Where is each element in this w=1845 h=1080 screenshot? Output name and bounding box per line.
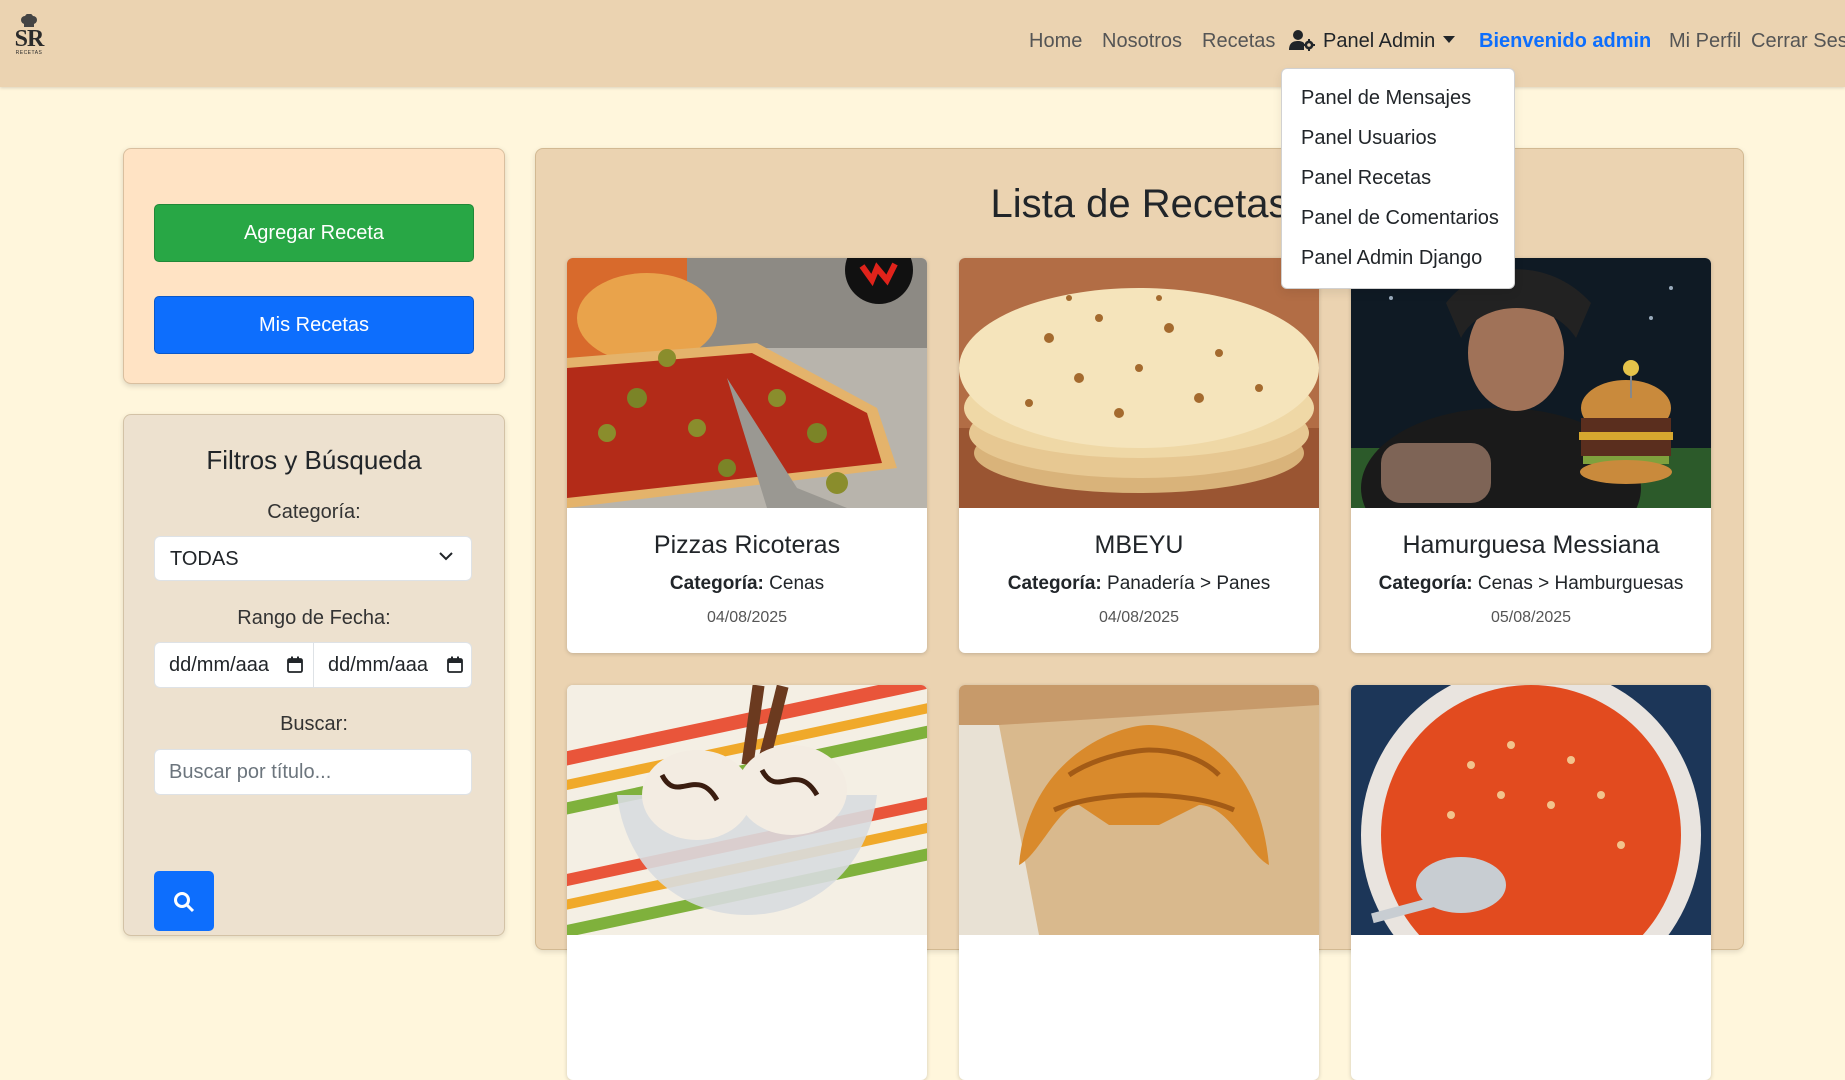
alphabet-soup-photo — [1351, 685, 1711, 935]
recipe-category-value: Panadería > Panes — [1107, 573, 1271, 594]
calendar-icon[interactable] — [287, 656, 303, 673]
recipe-card[interactable] — [959, 685, 1319, 1080]
welcome-text: Bienvenido admin — [1479, 30, 1652, 52]
recipe-title: Pizzas Ricoteras — [653, 531, 841, 559]
recipes-list-title: Lista de Recetas — [990, 182, 1289, 226]
recipe-date: 05/08/2025 — [1490, 609, 1572, 626]
date-range-label: Rango de Fecha: — [237, 607, 391, 629]
search-input[interactable] — [154, 749, 472, 795]
date-from-input[interactable]: dd/mm/aaa — [155, 643, 314, 687]
ice-cream-photo — [567, 685, 927, 935]
burger-photo — [1351, 258, 1711, 508]
recipe-date: 04/08/2025 — [706, 609, 788, 626]
logo-text: SR — [14, 26, 45, 52]
recipe-category-value: Cenas — [769, 573, 825, 594]
nav-nosotros[interactable]: Nosotros — [1102, 29, 1182, 53]
add-recipe-button[interactable]: Agregar Receta — [154, 204, 474, 262]
my-recipes-button[interactable]: Mis Recetas — [154, 296, 474, 354]
recipe-card[interactable] — [1351, 685, 1711, 1080]
navbar: SR RECETAS Home Nosotros Recetas Panel A… — [0, 0, 1845, 87]
date-to-placeholder: dd/mm/aaa — [328, 654, 429, 676]
recipe-title: MBEYU — [1094, 531, 1184, 559]
site-logo[interactable]: SR RECETAS — [9, 14, 49, 60]
recipe-category: Categoría: Panadería > Panes — [959, 573, 1319, 595]
filters-card: Filtros y Búsqueda Categoría: TODAS Rang… — [123, 414, 505, 936]
recipe-card[interactable] — [567, 685, 927, 1080]
recipe-category: Categoría: Cenas > Hamburguesas — [1351, 573, 1711, 595]
dropdown-item-panel-comentarios[interactable]: Panel de Comentarios — [1301, 207, 1499, 230]
nav-panel-admin-toggle[interactable]: Panel Admin — [1289, 29, 1456, 53]
search-button[interactable] — [154, 871, 214, 931]
logo-subtext: RECETAS — [15, 50, 43, 56]
recipe-card[interactable]: Pizzas Ricoteras Categoría: Cenas 04/08/… — [567, 258, 927, 653]
date-from-placeholder: dd/mm/aaa — [169, 654, 270, 676]
filters-title: Filtros y Búsqueda — [206, 445, 422, 475]
recipe-category: Categoría: Cenas — [567, 573, 927, 595]
recipe-category-label: Categoría: — [669, 573, 764, 594]
search-icon — [174, 892, 195, 913]
dropdown-item-panel-usuarios[interactable]: Panel Usuarios — [1301, 127, 1437, 150]
pizza-photo — [567, 258, 927, 508]
category-select-value: TODAS — [170, 548, 239, 570]
admin-dropdown-menu: Panel de Mensajes Panel Usuarios Panel R… — [1281, 68, 1515, 289]
recipe-category-label: Categoría: — [1007, 573, 1102, 594]
nav-mi-perfil[interactable]: Mi Perfil — [1669, 29, 1741, 53]
chevron-down-icon — [439, 552, 453, 561]
recipe-card[interactable]: MBEYU Categoría: Panadería > Panes 04/08… — [959, 258, 1319, 653]
category-select[interactable]: TODAS — [154, 536, 472, 581]
nav-home[interactable]: Home — [1029, 29, 1082, 53]
recipe-category-value: Cenas > Hamburguesas — [1477, 573, 1684, 594]
croissant-photo — [959, 685, 1319, 935]
recipe-title: Hamurguesa Messiana — [1402, 531, 1660, 559]
search-label: Buscar: — [280, 713, 348, 735]
calendar-icon[interactable] — [447, 656, 463, 673]
caret-down-icon — [1443, 36, 1456, 43]
nav-cerrar-sesion[interactable]: Cerrar Sesi — [1751, 29, 1845, 53]
nav-panel-admin-label: Panel Admin — [1323, 30, 1436, 52]
dropdown-item-panel-admin-django[interactable]: Panel Admin Django — [1301, 247, 1482, 270]
actions-card: Agregar Receta Mis Recetas — [123, 148, 505, 384]
category-label: Categoría: — [267, 501, 361, 523]
recipe-card[interactable]: Hamurguesa Messiana Categoría: Cenas > H… — [1351, 258, 1711, 653]
dropdown-item-panel-recetas[interactable]: Panel Recetas — [1301, 167, 1431, 190]
date-to-input[interactable]: dd/mm/aaa — [314, 643, 473, 687]
date-range-group: dd/mm/aaa dd/mm/aaa — [154, 642, 472, 688]
recipe-date: 04/08/2025 — [1098, 609, 1180, 626]
user-gear-icon — [1289, 30, 1315, 51]
nav-recetas[interactable]: Recetas — [1202, 29, 1275, 53]
dropdown-item-panel-mensajes[interactable]: Panel de Mensajes — [1301, 87, 1471, 110]
recipe-category-label: Categoría: — [1378, 573, 1473, 594]
recipes-panel: Lista de Recetas Pizzas Ricoteras Catego… — [535, 148, 1744, 1080]
mbeyu-photo — [959, 258, 1319, 508]
